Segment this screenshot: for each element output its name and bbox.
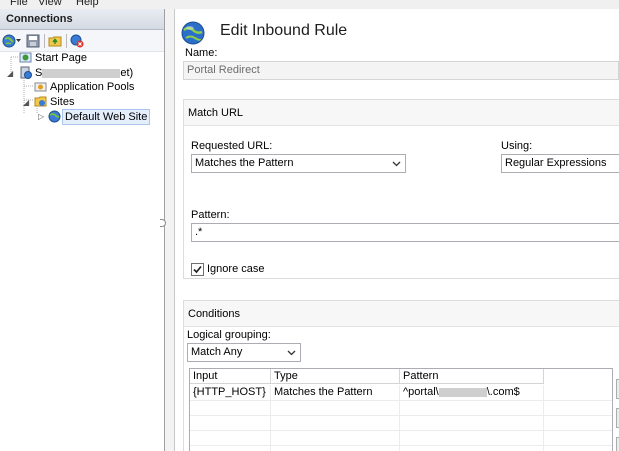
- save-icon[interactable]: [26, 34, 40, 48]
- logical-grouping-select[interactable]: Match Any: [187, 343, 301, 362]
- column-header-type[interactable]: Type: [271, 369, 400, 384]
- connect-globe-icon[interactable]: [2, 34, 16, 48]
- menu-bar: File View Help: [0, 0, 619, 9]
- page-title: Edit Inbound Rule: [220, 22, 348, 39]
- chevron-down-icon: [287, 350, 296, 356]
- name-field[interactable]: Portal Redirect: [183, 61, 619, 80]
- empty-cell: [400, 401, 544, 451]
- empty-cell: [271, 401, 400, 451]
- application-pools-icon: [34, 82, 47, 92]
- using-label: Using:: [501, 140, 533, 152]
- checkmark-icon: [193, 265, 202, 274]
- requested-url-value: Matches the Pattern: [195, 157, 294, 169]
- pattern-input[interactable]: .*: [191, 223, 619, 242]
- collapse-arrow-icon[interactable]: ◢: [23, 98, 29, 107]
- using-value: Regular Expressions: [505, 157, 607, 169]
- redacted-text: [42, 68, 121, 78]
- chevron-down-icon: [392, 161, 401, 167]
- menu-view[interactable]: View: [38, 0, 62, 8]
- connections-pane: Connections Start Page ◢ S et) Applicati…: [0, 9, 165, 451]
- tree-item-label: Default Web Site: [62, 109, 151, 125]
- cell-type: Matches the Pattern: [271, 385, 400, 400]
- cell-input: {HTTP_HOST}: [190, 385, 271, 400]
- chevron-down-icon[interactable]: [16, 39, 21, 43]
- server-icon: [20, 66, 32, 79]
- logical-grouping-value: Match Any: [191, 346, 243, 358]
- ignore-case-checkbox[interactable]: [191, 263, 204, 276]
- start-page-icon: [19, 52, 32, 63]
- tree-item-label: Sites: [50, 96, 75, 108]
- logical-grouping-label: Logical grouping:: [187, 329, 271, 341]
- menu-file[interactable]: File: [10, 0, 28, 8]
- cell-pattern: ^portal\ \.com$: [400, 385, 544, 400]
- conditions-group: Conditions Logical grouping: Match Any I…: [183, 300, 619, 451]
- tree-item-label: S: [35, 67, 43, 79]
- toolbar-separator: [66, 34, 67, 48]
- sites-folder-icon: [34, 96, 47, 107]
- conditions-header: Conditions: [184, 301, 619, 327]
- name-label: Name:: [185, 47, 218, 59]
- tree-item-label: Application Pools: [50, 81, 135, 93]
- requested-url-select[interactable]: Matches the Pattern: [191, 154, 406, 173]
- connections-title: Connections: [0, 9, 164, 30]
- menu-help[interactable]: Help: [76, 0, 99, 8]
- tree-item-label: et): [120, 67, 134, 79]
- tree-item-label: Start Page: [35, 52, 87, 64]
- disconnect-icon[interactable]: [70, 34, 84, 48]
- pattern-label: Pattern:: [191, 209, 230, 221]
- connections-toolbar: [0, 30, 164, 52]
- pane-splitter[interactable]: [160, 9, 175, 451]
- column-header-input[interactable]: Input: [190, 369, 271, 384]
- column-header-pattern[interactable]: Pattern: [400, 369, 544, 384]
- ignore-case-label: Ignore case: [207, 263, 265, 275]
- match-url-group: Match URL Requested URL: Matches the Pat…: [183, 99, 619, 279]
- rewrite-globe-icon: [181, 21, 205, 45]
- up-folder-icon[interactable]: [48, 34, 62, 48]
- collapse-arrow-icon[interactable]: ◢: [7, 69, 13, 78]
- cell-pattern-prefix: ^portal\: [403, 386, 439, 398]
- website-globe-icon: [48, 110, 61, 123]
- using-select[interactable]: Regular Expressions: [501, 154, 619, 173]
- match-url-header: Match URL: [184, 100, 619, 126]
- cell-pattern-suffix: \.com$: [486, 386, 520, 398]
- conditions-table: Input Type Pattern {HTTP_HOST} Matches t…: [189, 368, 613, 451]
- edit-rule-content: Edit Inbound Rule Name: Portal Redirect …: [176, 9, 619, 451]
- splitter-grip: [160, 219, 166, 227]
- toolbar-separator: [44, 34, 45, 48]
- expand-arrow-icon[interactable]: ▷: [38, 112, 44, 121]
- requested-url-label: Requested URL:: [191, 140, 273, 152]
- empty-cell: [190, 401, 271, 451]
- redacted-text: [438, 387, 487, 397]
